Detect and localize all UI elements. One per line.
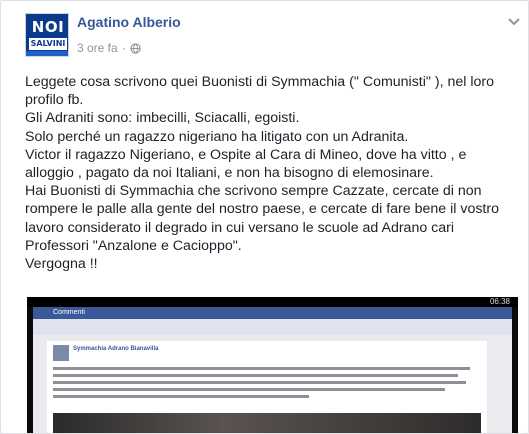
- post-line: lavoro considerato il degrado in cui ver…: [25, 219, 455, 236]
- chevron-down-icon[interactable]: [507, 17, 521, 27]
- meta-separator: ·: [121, 41, 126, 55]
- post-timestamp[interactable]: 3 ore fa: [77, 41, 118, 55]
- screenshot-post: Symmachia Adrano Bianavilla: [47, 341, 487, 433]
- post-line: Vergogna !!: [25, 256, 98, 273]
- post-line: Solo perché un ragazzo nigeriano ha liti…: [25, 128, 409, 145]
- screenshot-post-text: [53, 367, 479, 402]
- author-name[interactable]: Agatino Alberio: [77, 14, 181, 30]
- post-line: Professori "Anzalone e Cacioppo".: [25, 237, 242, 254]
- phone-status-bar: 06:38: [27, 297, 518, 307]
- screenshot-page-name: Symmachia Adrano Bianavilla: [73, 346, 159, 352]
- post-photo[interactable]: 06:38 Commenti Symmachia Adrano Bianavil…: [27, 297, 518, 433]
- post-line: Leggete cosa scrivono quei Buonisti di S…: [25, 74, 495, 90]
- post-line: profilo fb.: [25, 92, 84, 109]
- post-line: alloggio , pagato da noi Italiani, e non…: [25, 165, 434, 182]
- post-card: NOI SALVINI Agatino Alberio 3 ore fa · L…: [0, 0, 529, 434]
- avatar-stripe: [26, 51, 68, 56]
- screenshot-app-bar: Commenti: [33, 307, 512, 319]
- avatar-logo-text: NOI: [31, 18, 65, 36]
- post-line: rompere le palle alla gente del nostro p…: [25, 201, 499, 218]
- post-line: Gli Adraniti sono: imbecilli, Sciacalli,…: [25, 110, 300, 127]
- post-header: NOI SALVINI Agatino Alberio 3 ore fa ·: [25, 13, 525, 63]
- screenshot-page-avatar: [53, 345, 69, 361]
- screenshot-post-image: [53, 413, 481, 433]
- post-line: Victor il ragazzo Nigeriano, e Ospite al…: [25, 146, 467, 163]
- post-meta: 3 ore fa ·: [77, 41, 141, 55]
- post-body: Leggete cosa scrivono quei Buonisti di S…: [25, 73, 521, 273]
- globe-icon[interactable]: [130, 42, 141, 54]
- screenshot-tab-bar: [33, 319, 512, 335]
- avatar[interactable]: NOI SALVINI: [25, 13, 69, 57]
- screenshot-feed: Symmachia Adrano Bianavilla: [33, 335, 512, 433]
- post-line: Hai Buonisti di Symmachia che scrivono s…: [25, 183, 482, 200]
- avatar-logo-subtext: SALVINI: [29, 38, 67, 50]
